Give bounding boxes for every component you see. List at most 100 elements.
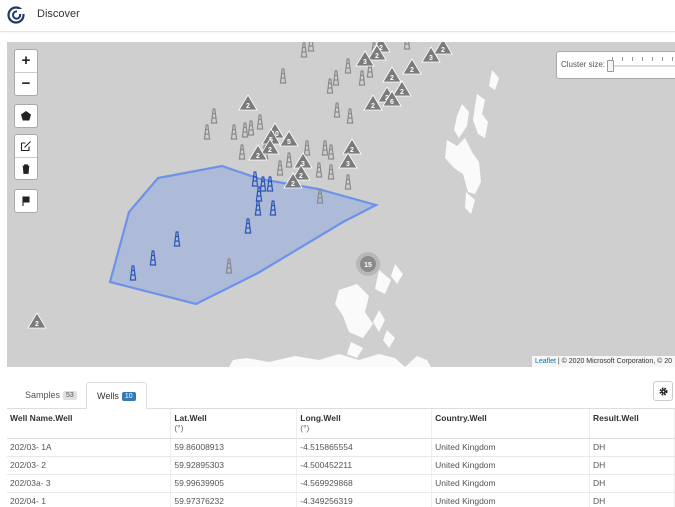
cell-lat: 59.92895303 [170,456,298,475]
cluster-count: 2 [410,67,414,74]
well-marker[interactable] [321,140,329,156]
cluster-count: 2 [375,53,379,60]
well-cluster-marker[interactable]: 5 [279,130,299,147]
well-marker[interactable] [327,164,335,180]
selected-well-marker[interactable] [266,176,274,192]
zoom-in-button[interactable]: + [15,50,37,72]
well-marker[interactable] [300,42,308,58]
selected-well-marker[interactable] [269,200,277,216]
well-cluster-marker[interactable]: 2 [238,94,258,111]
well-cluster-marker[interactable]: 2 [402,58,422,75]
cluster-count: 2 [390,75,394,82]
well-marker[interactable] [327,144,335,160]
table-row[interactable]: 202/04- 1 59.97376232 -4.349256319 Unite… [7,492,675,507]
cell-result: DH [589,474,675,493]
marker-toolbar [14,189,38,213]
well-marker[interactable] [241,122,249,138]
selected-well-marker[interactable] [149,250,157,266]
well-marker[interactable] [276,160,284,176]
cluster-count: 2 [350,147,354,154]
delete-layers-button[interactable] [15,157,37,179]
zoom-out-button[interactable]: − [15,72,37,94]
cell-country: United Kingdom [431,438,591,457]
cell-country: United Kingdom [431,456,591,475]
well-marker[interactable] [247,120,255,136]
well-marker[interactable] [326,78,334,94]
well-cluster-marker[interactable]: 2 [27,312,47,329]
cluster-size-ticks [612,57,675,61]
well-marker[interactable] [346,108,354,124]
edit-toolbar [14,134,38,180]
cluster-count: 2 [256,153,260,160]
cluster-size-slider-handle[interactable] [607,60,614,72]
well-marker[interactable] [332,70,340,86]
selected-well-marker[interactable] [251,171,259,187]
tab-samples[interactable]: Samples 53 [15,382,87,409]
well-marker[interactable] [303,140,311,156]
well-marker[interactable] [210,108,218,124]
table-settings-button[interactable] [653,381,673,401]
well-cluster-marker[interactable]: 2 [363,94,383,111]
trash-icon [22,164,30,174]
map-view[interactable]: 223232222622105523223222 15 + − [7,42,675,367]
well-marker[interactable] [358,70,366,86]
leaflet-link[interactable]: Leaflet [535,358,556,365]
draw-polygon-button[interactable] [15,105,37,127]
column-header[interactable]: Country.Well [431,409,591,439]
tab-wells[interactable]: Wells 10 [86,382,147,409]
well-marker[interactable] [203,124,211,140]
results-tabs: Samples 53 Wells 10 [7,373,675,409]
place-marker-button[interactable] [15,190,37,212]
well-marker[interactable] [238,144,246,160]
cluster-size-track[interactable] [609,65,675,67]
column-header[interactable]: Long.Well (°) [296,409,433,439]
table-row[interactable]: 202/03a- 3 59.99639905 -4.569929868 Unit… [7,474,675,493]
cluster-circle-15[interactable]: 15 [356,252,380,276]
cell-well-name: 202/03- 2 [7,456,172,475]
well-marker[interactable] [315,162,323,178]
well-marker[interactable] [316,188,324,204]
well-cluster-marker[interactable]: 2 [433,42,453,55]
well-marker[interactable] [344,58,352,74]
column-header[interactable]: Lat.Well (°) [170,409,298,439]
map-attribution: Leaflet | © 2020 Microsoft Corporation, … [531,356,675,367]
well-markers: 223232222622105523223222 15 [27,42,453,329]
table-row[interactable]: 202/03- 2 59.92895303 -4.500452211 Unite… [7,456,675,475]
well-marker[interactable] [307,42,315,52]
well-marker[interactable] [403,42,411,50]
edit-layers-button[interactable] [15,135,37,157]
well-marker[interactable] [285,152,293,168]
well-marker[interactable] [333,102,341,118]
selected-well-marker[interactable] [129,265,137,281]
well-marker[interactable] [230,124,238,140]
cell-result: DH [589,438,675,457]
well-cluster-marker[interactable]: 2 [382,66,402,83]
column-header[interactable]: Result.Well [589,409,675,439]
well-marker[interactable] [279,68,287,84]
cluster-count: 2 [371,103,375,110]
well-cluster-marker[interactable]: 3 [338,152,358,169]
cell-long: -4.515865554 [296,438,433,457]
column-header[interactable]: Well Name.Well [7,409,172,439]
cell-long: -4.349256319 [296,492,433,507]
selected-well-marker[interactable] [259,176,267,192]
cell-country: United Kingdom [431,492,591,507]
well-cluster-marker[interactable]: 2 [342,138,362,155]
cluster-count: 3 [429,55,433,62]
polygon-icon [21,111,31,121]
table-row[interactable]: 202/03- 1A 59.86008913 -4.515865554 Unit… [7,438,675,457]
well-marker[interactable] [256,114,264,130]
cell-well-name: 202/03a- 3 [7,474,172,493]
well-cluster-marker[interactable]: 2 [392,80,412,97]
samples-count-badge: 53 [63,391,77,400]
draw-toolbar [14,104,38,128]
selected-well-marker[interactable] [173,231,181,247]
cluster-count: 2 [400,89,404,96]
selected-well-marker[interactable] [254,200,262,216]
cluster-count: 2 [299,173,303,180]
cell-lat: 59.86008913 [170,438,298,457]
selected-well-marker[interactable] [244,218,252,234]
well-marker[interactable] [225,258,233,274]
cell-country: United Kingdom [431,474,591,493]
well-marker[interactable] [344,174,352,190]
